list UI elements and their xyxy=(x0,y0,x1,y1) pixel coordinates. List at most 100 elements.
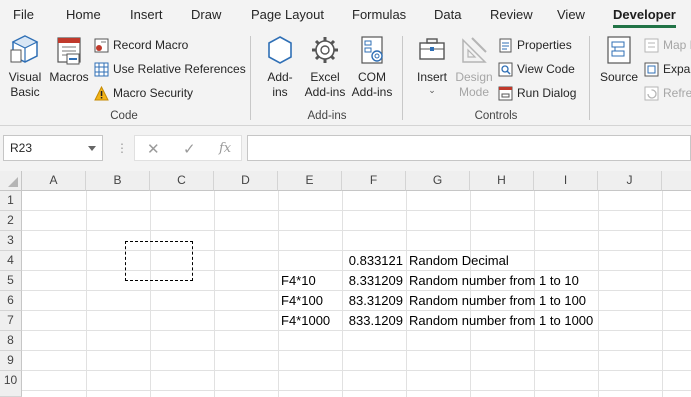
formula-input[interactable] xyxy=(247,135,691,161)
controls-group-label: Controls xyxy=(474,110,518,122)
design-mode-button[interactable]: Design Mode xyxy=(454,34,494,100)
source-icon xyxy=(607,36,631,64)
row-header-8[interactable]: 8 xyxy=(0,331,22,351)
com-add-ins-label-1: COM xyxy=(358,70,386,84)
source-button[interactable]: Source xyxy=(597,34,641,85)
com-add-ins-icon xyxy=(361,36,383,64)
tab-developer[interactable]: Developer xyxy=(613,7,676,28)
ribbon: Visual Basic Macros Record Macro Use Rel… xyxy=(0,30,691,126)
visual-basic-button[interactable]: Visual Basic xyxy=(4,34,46,100)
column-header-i[interactable]: I xyxy=(534,171,598,191)
row-header-5[interactable]: 5 xyxy=(0,271,22,291)
design-mode-label-2: Mode xyxy=(458,85,490,99)
expansion-packs-button[interactable]: Expar xyxy=(644,59,691,79)
tab-home[interactable]: Home xyxy=(66,7,101,22)
cell-g4[interactable]: Random Decimal xyxy=(406,251,606,271)
excel-add-ins-label-2: Add-ins xyxy=(304,85,346,99)
tab-data[interactable]: Data xyxy=(434,7,461,22)
column-header-e[interactable]: E xyxy=(278,171,342,191)
add-ins-button[interactable]: Add- ins xyxy=(259,34,301,100)
refresh-data-button[interactable]: Refres xyxy=(644,83,691,103)
view-code-icon xyxy=(498,62,513,76)
visual-basic-icon xyxy=(10,35,39,63)
gridline xyxy=(22,350,691,351)
column-header-a[interactable]: A xyxy=(22,171,86,191)
record-macro-button[interactable]: Record Macro xyxy=(94,35,188,55)
column-header-d[interactable]: D xyxy=(214,171,278,191)
visual-basic-label-1: Visual xyxy=(8,70,42,84)
run-dialog-label: Run Dialog xyxy=(517,86,577,100)
column-header-h[interactable]: H xyxy=(470,171,534,191)
name-box-value: R23 xyxy=(10,141,33,155)
column-header-k[interactable] xyxy=(662,171,691,191)
warning-icon xyxy=(94,85,109,100)
macro-security-label: Macro Security xyxy=(113,86,194,100)
use-relative-references-button[interactable]: Use Relative References xyxy=(94,59,246,79)
row-header-10[interactable]: 10 xyxy=(0,371,22,397)
cell-g6[interactable]: Random number from 1 to 100 xyxy=(406,291,636,311)
properties-label: Properties xyxy=(517,38,572,52)
gridline xyxy=(662,191,663,397)
column-header-f[interactable]: F xyxy=(342,171,406,191)
cell-g5[interactable]: Random number from 1 to 10 xyxy=(406,271,626,291)
properties-button[interactable]: Properties xyxy=(498,35,572,55)
cell-f7[interactable]: 833.1209 xyxy=(342,311,406,331)
map-properties-icon xyxy=(644,38,659,52)
cell-f4[interactable]: 0.833121 xyxy=(342,251,406,271)
map-properties-button[interactable]: Map P xyxy=(644,35,691,55)
column-header-b[interactable]: B xyxy=(86,171,150,191)
refresh-icon xyxy=(644,86,659,100)
formula-bar: R23 ⋮ ✕ ✓ fx xyxy=(0,127,691,171)
formula-buttons: ✕ ✓ fx xyxy=(134,135,242,161)
column-header-g[interactable]: G xyxy=(406,171,470,191)
properties-icon xyxy=(499,38,512,52)
cell-e6[interactable]: F4*100 xyxy=(278,291,342,311)
select-all-button[interactable] xyxy=(0,171,22,191)
row-header-3[interactable]: 3 xyxy=(0,231,22,251)
com-add-ins-button[interactable]: COM Add-ins xyxy=(350,34,394,100)
excel-add-ins-button[interactable]: Excel Add-ins xyxy=(302,34,348,100)
name-box[interactable]: R23 xyxy=(3,135,103,161)
tab-draw[interactable]: Draw xyxy=(191,7,221,22)
view-code-button[interactable]: View Code xyxy=(498,59,575,79)
column-header-c[interactable]: C xyxy=(150,171,214,191)
row-header-2[interactable]: 2 xyxy=(0,211,22,231)
cell-f6[interactable]: 83.31209 xyxy=(342,291,406,311)
add-ins-label-1: Add- xyxy=(267,70,293,84)
cell-e5[interactable]: F4*10 xyxy=(278,271,342,291)
row-header-6[interactable]: 6 xyxy=(0,291,22,311)
enter-icon[interactable]: ✓ xyxy=(183,140,196,158)
cell-g7[interactable]: Random number from 1 to 1000 xyxy=(406,311,646,331)
drag-handle-icon[interactable]: ⋮ xyxy=(116,141,128,155)
worksheet-grid[interactable]: A B C D E F G H I J 1 2 3 4 5 6 7 8 9 10… xyxy=(0,171,691,397)
tab-page-layout[interactable]: Page Layout xyxy=(251,7,324,22)
run-dialog-button[interactable]: Run Dialog xyxy=(498,83,576,103)
insert-control-button[interactable]: Insert ⌄ xyxy=(411,34,453,96)
macro-security-button[interactable]: Macro Security xyxy=(94,83,193,103)
use-relative-references-label: Use Relative References xyxy=(113,62,246,76)
row-header-1[interactable]: 1 xyxy=(0,191,22,211)
tab-review[interactable]: Review xyxy=(490,7,533,22)
insert-function-icon[interactable]: fx xyxy=(219,141,231,156)
row-header-9[interactable]: 9 xyxy=(0,351,22,371)
row-header-4[interactable]: 4 xyxy=(0,251,22,271)
tab-view[interactable]: View xyxy=(557,7,585,22)
tab-formulas[interactable]: Formulas xyxy=(352,7,406,22)
run-dialog-icon xyxy=(498,86,513,100)
menu-bar: File Home Insert Draw Page Layout Formul… xyxy=(0,0,691,30)
tab-insert[interactable]: Insert xyxy=(130,7,163,22)
copy-marquee xyxy=(125,241,193,281)
row-header-7[interactable]: 7 xyxy=(0,311,22,331)
cell-e7[interactable]: F4*1000 xyxy=(278,311,342,331)
cancel-icon[interactable]: ✕ xyxy=(147,140,160,158)
add-ins-label-2: ins xyxy=(272,85,288,99)
macros-button[interactable]: Macros xyxy=(48,34,90,85)
cell-f5[interactable]: 8.331209 xyxy=(342,271,406,291)
tab-file[interactable]: File xyxy=(13,7,34,22)
chevron-down-icon: ⌄ xyxy=(428,85,436,95)
excel-add-ins-label-1: Excel xyxy=(310,70,340,84)
gridline xyxy=(22,390,691,391)
column-header-j[interactable]: J xyxy=(598,171,662,191)
relative-references-icon xyxy=(94,62,109,76)
chevron-down-icon[interactable] xyxy=(88,146,96,151)
